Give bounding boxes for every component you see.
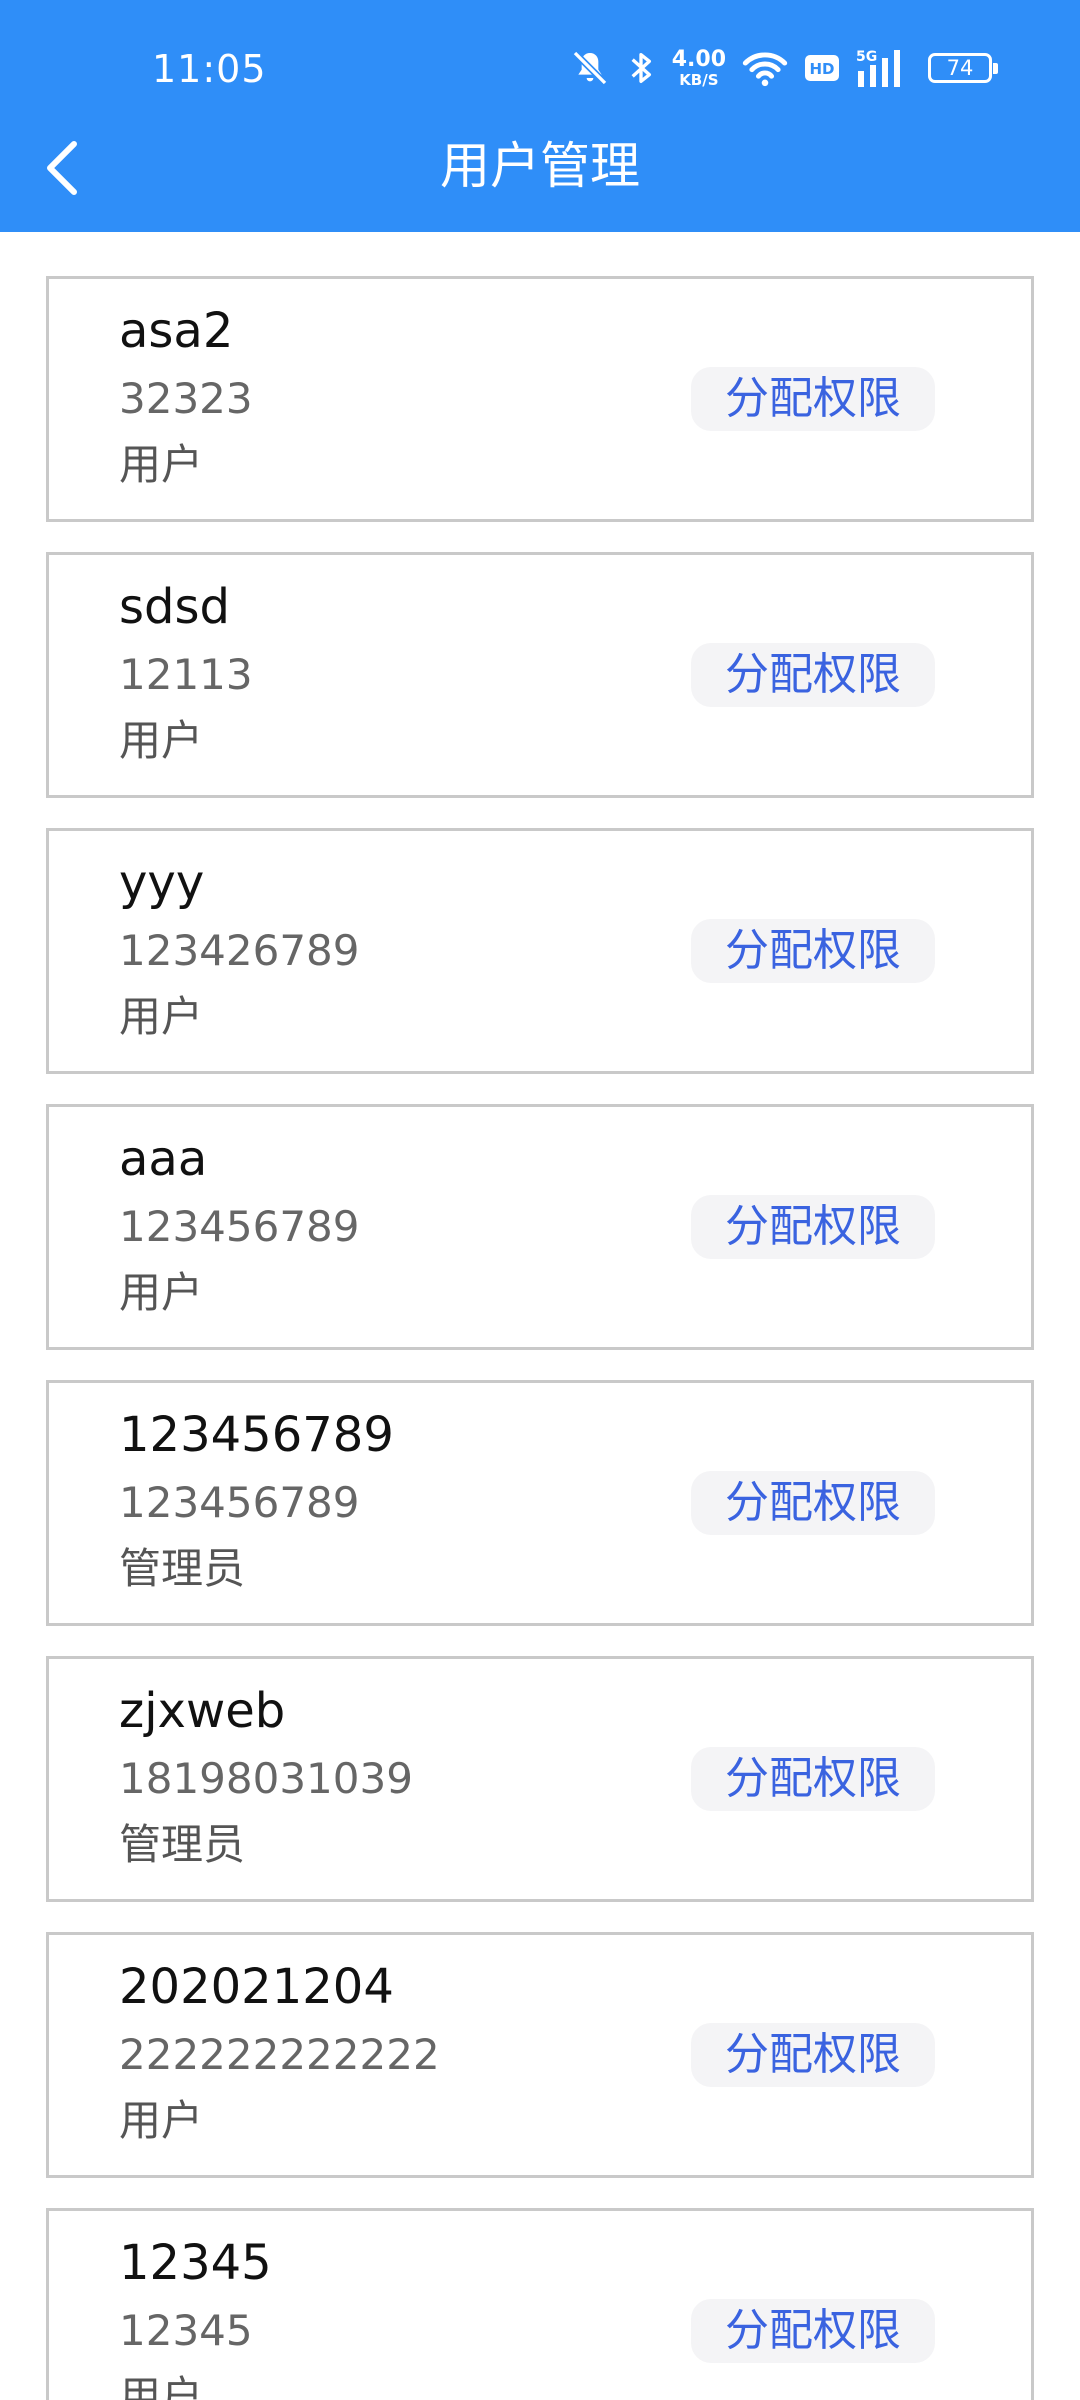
user-phone: 222222222222 [119,2030,440,2079]
assign-permission-button[interactable]: 分配权限 [691,2023,935,2087]
user-card: yyy 123426789 用户 分配权限 [46,828,1034,1074]
user-role: 用户 [119,2372,204,2400]
user-phone: 18198031039 [119,1754,413,1803]
user-card: 202021204 222222222222 用户 分配权限 [46,1932,1034,2178]
status-time: 11:05 [152,47,267,91]
assign-permission-button[interactable]: 分配权限 [691,643,935,707]
user-name: asa2 [119,303,234,359]
status-icons: 4.00 KB/S HD 5G 74 [570,40,998,96]
assign-permission-button[interactable]: 分配权限 [691,1195,935,1259]
hd-label: HD [809,60,834,78]
user-name: 12345 [119,2235,272,2291]
user-role: 用户 [119,2096,204,2145]
assign-permission-button[interactable]: 分配权限 [691,2299,935,2363]
network-speed-value: 4.00 [671,46,726,72]
user-card: aaa 123456789 用户 分配权限 [46,1104,1034,1350]
network-speed: 4.00 KB/S [672,44,726,92]
app-screen: 11:05 4.00 KB/S HD 5G 74 用户管理 asa2 32323… [0,0,1080,2400]
page-title: 用户管理 [440,137,640,195]
top-bar: 11:05 4.00 KB/S HD 5G 74 用户管理 [0,0,1080,232]
user-name: yyy [119,855,205,911]
user-phone: 12345 [119,2306,253,2355]
user-card: asa2 32323 用户 分配权限 [46,276,1034,522]
user-phone: 12113 [119,650,253,699]
user-card: 123456789 123456789 管理员 分配权限 [46,1380,1034,1626]
user-card: sdsd 12113 用户 分配权限 [46,552,1034,798]
user-phone: 123456789 [119,1478,360,1527]
user-phone: 32323 [119,374,253,423]
network-speed-unit: KB/S [679,70,719,89]
signal-icon: 5G [856,44,908,92]
wifi-icon [742,44,788,92]
user-card: 12345 12345 用户 分配权限 [46,2208,1034,2400]
assign-permission-button[interactable]: 分配权限 [691,367,935,431]
user-role: 用户 [119,992,204,1041]
assign-permission-button[interactable]: 分配权限 [691,1471,935,1535]
user-role: 管理员 [119,1544,246,1593]
user-role: 用户 [119,1268,204,1317]
user-name: aaa [119,1131,208,1187]
hd-icon: HD [804,44,840,92]
user-phone: 123426789 [119,926,360,975]
user-phone: 123456789 [119,1202,360,1251]
user-role: 用户 [119,440,204,489]
battery-icon: 74 [924,44,998,92]
assign-permission-button[interactable]: 分配权限 [691,1747,935,1811]
bluetooth-icon [626,44,656,92]
assign-permission-button[interactable]: 分配权限 [691,919,935,983]
mute-icon [570,44,610,92]
user-role: 用户 [119,716,204,765]
network-type-label: 5G [856,49,877,65]
user-name: 123456789 [119,1407,394,1463]
battery-level: 74 [946,56,974,80]
user-name: zjxweb [119,1683,286,1739]
battery-indicator: 74 [928,53,998,83]
user-role: 管理员 [119,1820,246,1869]
user-name: 202021204 [119,1959,394,2015]
user-name: sdsd [119,579,230,635]
user-card: zjxweb 18198031039 管理员 分配权限 [46,1656,1034,1902]
